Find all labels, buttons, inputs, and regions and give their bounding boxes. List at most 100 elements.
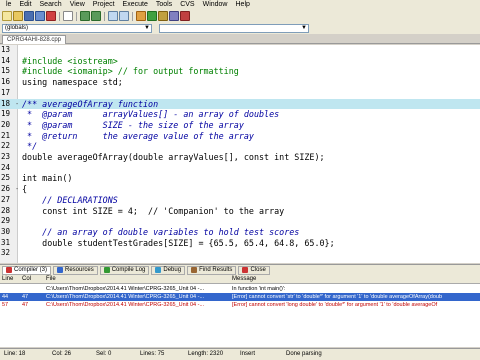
code-line[interactable]: 13 [0, 45, 480, 56]
menu-project[interactable]: Project [89, 0, 119, 10]
class-toolbar: (globals) ▼ ▼ [0, 22, 480, 34]
fold-toggle-icon[interactable]: - [15, 99, 19, 110]
cell-line: 57 [2, 302, 9, 308]
compile-run-icon[interactable] [158, 11, 168, 21]
line-number: 13 [1, 45, 11, 54]
scope-select-value: (globals) [5, 24, 29, 31]
compiler-messages-table: Line Col File Message C:\Users\Thom\Drop… [0, 275, 480, 347]
code-line[interactable]: 20 * @param SIZE - the size of the array [0, 120, 480, 131]
menu-execute[interactable]: Execute [119, 0, 152, 10]
tab-icon [103, 267, 110, 273]
scope-select[interactable]: (globals) ▼ [2, 23, 152, 33]
run-icon[interactable] [147, 11, 157, 21]
file-tab-bar: CPRG4AHI-828.cpp [0, 34, 480, 44]
header-message[interactable]: Message [232, 275, 256, 284]
tab-resources[interactable]: Resources [53, 265, 98, 275]
open-file-icon[interactable] [13, 11, 23, 21]
code-text: #include <iostream> [22, 55, 118, 66]
code-line[interactable]: 21 * @return the average value of the ar… [0, 131, 480, 142]
save-all-icon[interactable] [35, 11, 45, 21]
toolbar-separator [104, 11, 105, 21]
code-text: using namespace std; [22, 77, 123, 88]
code-text: double averageOfArray(double arrayValues… [22, 152, 325, 162]
close-file-icon[interactable] [46, 11, 56, 21]
code-line[interactable]: 19 * @param arrayValues[] - an array of … [0, 109, 480, 120]
code-line[interactable]: 30 // an array of double variables to ho… [0, 227, 480, 238]
menu-bar: le Edit Search View Project Execute Tool… [0, 0, 480, 10]
cell-line: 44 [2, 294, 9, 300]
header-file[interactable]: File [46, 275, 56, 284]
save-icon[interactable] [24, 11, 34, 21]
code-line[interactable]: 32 [0, 248, 480, 259]
tab-compiler[interactable]: Compiler (3) [2, 265, 52, 275]
code-line[interactable]: 26-{ [0, 184, 480, 195]
undo-icon[interactable] [80, 11, 90, 21]
tab-compile-log[interactable]: Compile Log [99, 265, 150, 275]
code-line[interactable]: 14 #include <iostream> [0, 56, 480, 67]
code-editor[interactable]: 13 14 #include <iostream> 15 #include <ioman… [0, 45, 480, 263]
status-line: Line: 18 [4, 351, 26, 357]
code-line[interactable]: 29 [0, 216, 480, 227]
line-number: 25 [1, 173, 11, 183]
status-lines: Lines: 75 [140, 351, 165, 357]
status-bar: Line: 18 Col: 26 Sel: 0 Lines: 75 Length… [0, 348, 480, 360]
code-text: * @param SIZE - the size of the array [22, 119, 244, 130]
line-number: 19 [1, 109, 11, 119]
menu-edit[interactable]: Edit [15, 0, 35, 10]
status-sel: Sel: 0 [96, 351, 112, 357]
find-icon[interactable] [108, 11, 118, 21]
rebuild-icon[interactable] [169, 11, 179, 21]
menu-cvs[interactable]: CVS [176, 0, 198, 10]
header-col[interactable]: Col [22, 275, 31, 284]
function-select[interactable]: ▼ [159, 23, 309, 33]
code-line[interactable]: 18-/** averageOfArray function [0, 98, 480, 110]
replace-icon[interactable] [119, 11, 129, 21]
debug-icon[interactable] [180, 11, 190, 21]
tab-find-results[interactable]: Find Results [187, 265, 237, 275]
code-line[interactable]: 15 #include <iomanip> // for output forma… [0, 66, 480, 77]
cell-file: C:\Users\Thom\Dropbox\2014.41 Winter\CPR… [46, 294, 205, 300]
code-line[interactable]: 17 [0, 88, 480, 99]
tab-close[interactable]: Close [238, 265, 270, 275]
tab-icon [191, 267, 198, 273]
print-icon[interactable] [63, 11, 73, 21]
chevron-down-icon: ▼ [301, 24, 307, 31]
cell-col: 47 [22, 302, 29, 308]
code-line[interactable]: 22 */ [0, 141, 480, 152]
menu-tools[interactable]: Tools [152, 0, 176, 10]
main-toolbar [0, 10, 480, 22]
code-line[interactable]: 25 int main() [0, 173, 480, 184]
line-number: 16 [1, 77, 11, 87]
new-file-icon[interactable] [2, 11, 12, 21]
line-number: 32 [1, 248, 11, 258]
code-text: // an array of double variables to hold … [22, 226, 300, 237]
table-row[interactable]: 44 47 C:\Users\Thom\Dropbox\2014.41 Winter… [0, 293, 480, 301]
header-line[interactable]: Line [2, 275, 20, 284]
tab-label: Compiler (3) [14, 266, 48, 273]
menu-file[interactable]: le [2, 0, 15, 10]
tab-label: Compile Log [111, 266, 146, 273]
tab-debug[interactable]: Debug [151, 265, 186, 275]
menu-window[interactable]: Window [199, 0, 232, 10]
code-line[interactable]: 23 double averageOfArray(double arrayValu… [0, 152, 480, 163]
table-row[interactable]: C:\Users\Thom\Dropbox\2014.41 Winter\CPR… [0, 285, 480, 293]
menu-search[interactable]: Search [36, 0, 66, 10]
status-mode: Insert [240, 351, 256, 357]
code-line[interactable]: 27 // DECLARATIONS [0, 195, 480, 206]
tab-label: Debug [163, 266, 182, 273]
tab-icon [155, 267, 162, 273]
line-number: 22 [1, 141, 11, 151]
table-row[interactable]: 57 47 C:\Users\Thom\Dropbox\2014.41 Winter… [0, 301, 480, 309]
file-tab[interactable]: CPRG4AHI-828.cpp [2, 35, 67, 44]
ide-window: le Edit Search View Project Execute Tool… [0, 0, 480, 360]
menu-help[interactable]: Help [232, 0, 254, 10]
menu-view[interactable]: View [66, 0, 89, 10]
status-length: Length: 2320 [188, 351, 224, 357]
fold-toggle-icon[interactable]: - [15, 184, 19, 195]
redo-icon[interactable] [91, 11, 101, 21]
code-line[interactable]: 24 [0, 163, 480, 174]
code-line[interactable]: 16 using namespace std; [0, 77, 480, 88]
compile-icon[interactable] [136, 11, 146, 21]
code-line[interactable]: 31 double studentTestGrades[SIZE] = {65.… [0, 238, 480, 249]
code-line[interactable]: 28 const int SIZE = 4; // 'Companion' to… [0, 206, 480, 217]
